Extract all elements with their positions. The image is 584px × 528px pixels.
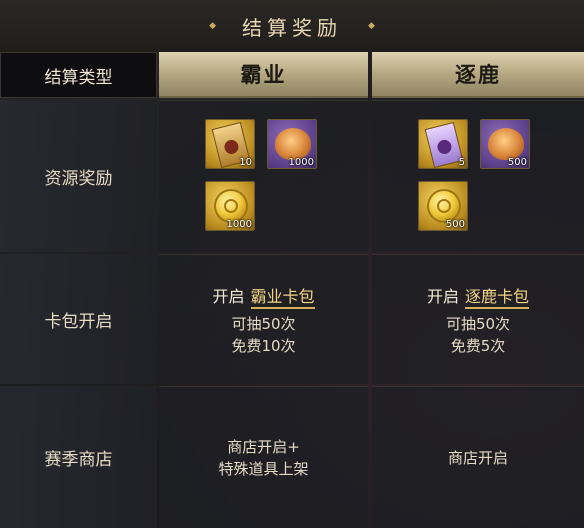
header-col1-text: 霸业 (240, 63, 287, 87)
shop-text-line1: 商店开启+ (227, 437, 300, 456)
pack-open-text: 开启 (426, 286, 459, 306)
item-count: 5 (458, 157, 465, 168)
header-col2-text: 逐鹿 (455, 63, 501, 87)
bun-icon (275, 128, 311, 160)
pack-open-line: 开启 霸业卡包 (212, 283, 315, 309)
pack-open-text: 开启 (212, 286, 245, 306)
row-label-shop: 赛季商店 (0, 386, 157, 528)
purple-token-item[interactable]: 5 (418, 119, 468, 169)
purple-token-icon (424, 121, 464, 168)
title-bar: ◆ 结算奖励 ◆ (0, 0, 584, 52)
item-count: 10 (239, 157, 252, 168)
reward-table: 结算类型 霸业 逐鹿 资源奖励 10 1000 1000 5 500 500 卡… (0, 52, 584, 528)
resource-items-bayi: 10 1000 1000 (205, 119, 325, 239)
pack-free-count: 免费5次 (450, 336, 506, 355)
gold-coin-item[interactable]: 500 (418, 181, 468, 231)
pack-open-line: 开启 逐鹿卡包 (426, 283, 530, 309)
resource-cell-zhulu: 5 500 500 (372, 100, 584, 252)
resource-label-text: 资源奖励 (44, 168, 113, 189)
resource-cell-bayi: 10 1000 1000 (159, 100, 368, 252)
pack-label-text: 卡包开启 (44, 311, 113, 332)
pack-free-count: 免费10次 (231, 336, 296, 355)
bun-item[interactable]: 500 (480, 119, 530, 169)
item-count: 1000 (288, 157, 314, 168)
gold-coin-item[interactable]: 1000 (205, 181, 255, 231)
header-type-text: 结算类型 (44, 67, 113, 88)
header-col-bayi: 霸业 (159, 52, 368, 98)
gold-token-item[interactable]: 10 (205, 119, 255, 169)
shop-label-text: 赛季商店 (44, 449, 113, 470)
item-count: 500 (507, 157, 527, 168)
title-right-diamond-icon: ◆ (368, 21, 375, 31)
shop-cell-bayi: 商店开启+ 特殊道具上架 (159, 386, 368, 528)
gold-coin-icon (214, 189, 248, 223)
pack-link-zhulu[interactable]: 逐鹿卡包 (465, 286, 530, 309)
shop-text-line2: 特殊道具上架 (218, 459, 309, 478)
shop-cell-zhulu: 商店开启 (372, 386, 584, 528)
pack-cell-bayi: 开启 霸业卡包 可抽50次 免费10次 (159, 254, 368, 384)
row-label-pack: 卡包开启 (0, 254, 157, 384)
panel-title: 结算奖励 (242, 15, 342, 40)
pack-draw-count: 可抽50次 (231, 314, 296, 333)
header-col-zhulu: 逐鹿 (372, 52, 584, 98)
settlement-reward-panel: ◆ 结算奖励 ◆ 结算类型 霸业 逐鹿 资源奖励 10 1000 1000 5 … (0, 0, 584, 528)
bun-icon (488, 128, 524, 160)
resource-items-zhulu: 5 500 500 (418, 119, 538, 239)
pack-link-bayi[interactable]: 霸业卡包 (250, 286, 315, 309)
item-count: 500 (445, 219, 465, 230)
title-left-diamond-icon: ◆ (209, 21, 216, 31)
header-type-label: 结算类型 (0, 52, 157, 98)
item-count: 1000 (226, 219, 252, 230)
pack-draw-count: 可抽50次 (445, 314, 511, 333)
shop-text-line1: 商店开启 (447, 448, 508, 467)
row-label-resource: 资源奖励 (0, 100, 157, 252)
bun-item[interactable]: 1000 (267, 119, 317, 169)
gold-coin-icon (427, 189, 461, 223)
pack-cell-zhulu: 开启 逐鹿卡包 可抽50次 免费5次 (372, 254, 584, 384)
